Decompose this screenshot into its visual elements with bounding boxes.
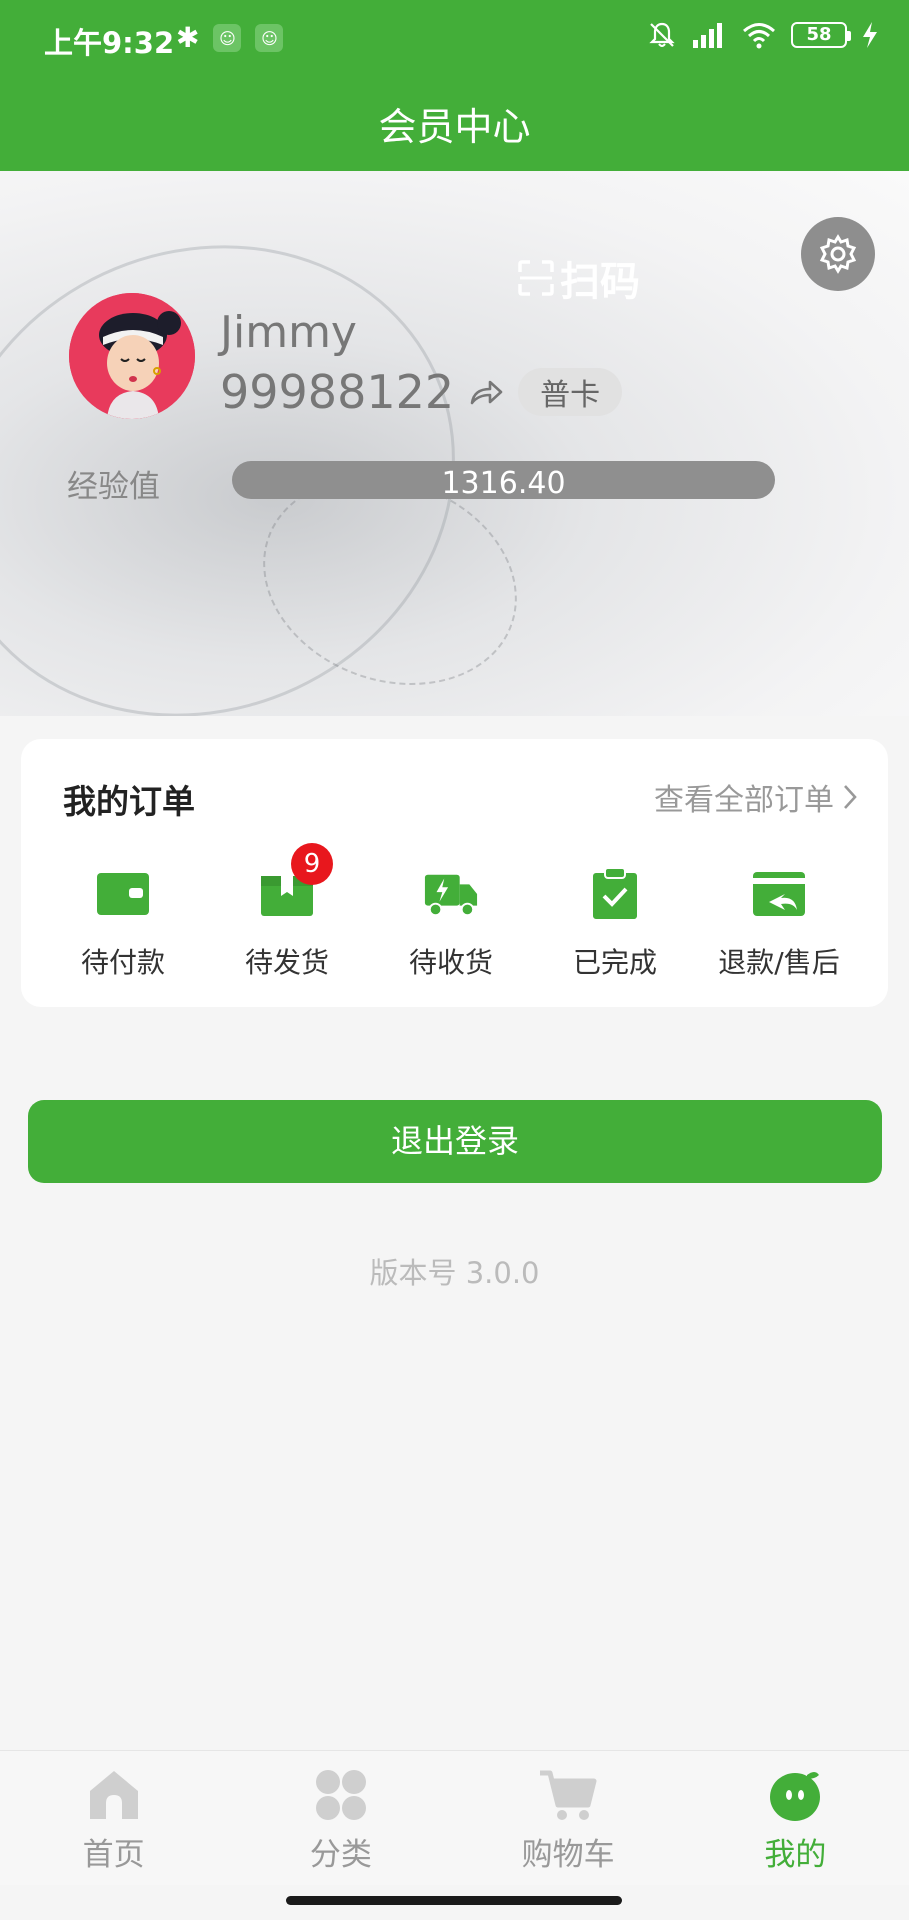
charging-icon (863, 22, 877, 48)
order-status-label: 已完成 (572, 946, 657, 979)
card-level-badge: 普卡 (518, 368, 623, 416)
order-count-badge: 9 (291, 843, 333, 885)
order-status-refund[interactable]: 退款/售后 (697, 869, 861, 981)
avatar-image (69, 293, 195, 419)
tab-cart[interactable]: 购物车 (455, 1751, 682, 1885)
my-orders-card: 我的订单 查看全部订单 待付款 9 待发货 待收货 已完成 退款/售后 (21, 739, 888, 1007)
mute-bell-icon (649, 22, 675, 47)
tab-label: 分类 (309, 1837, 372, 1873)
member-info: 99988122 普卡 (220, 365, 623, 419)
tab-label: 我的 (764, 1837, 827, 1873)
scan-button[interactable]: 扫码 (516, 249, 640, 307)
avatar[interactable] (69, 293, 195, 419)
order-status-label: 待付款 (80, 946, 165, 979)
home-icon (84, 1767, 144, 1823)
cart-icon (538, 1767, 598, 1823)
logout-button[interactable]: 退出登录 (28, 1100, 882, 1183)
delivery-truck-icon (423, 869, 479, 919)
share-icon[interactable] (468, 377, 504, 407)
signal-icon (693, 23, 722, 48)
scan-icon (518, 260, 554, 296)
status-right-icons: 58 (647, 20, 879, 50)
order-status-pending-payment[interactable]: 待付款 (41, 869, 205, 981)
exp-value: 1316.40 (441, 466, 566, 499)
notification-app-icon: ☺ (255, 24, 284, 52)
bottom-tab-bar: 首页 分类 购物车 我的 (0, 1750, 909, 1885)
tab-home[interactable]: 首页 (0, 1751, 227, 1885)
profile-banner: 扫码 Jimmy 99988122 普卡 经验值 1316.40 (0, 171, 909, 716)
order-status-list: 待付款 9 待发货 待收货 已完成 退款/售后 (21, 843, 888, 981)
tab-category[interactable]: 分类 (227, 1751, 454, 1885)
tab-label: 购物车 (521, 1837, 615, 1873)
page-title: 会员中心 (378, 105, 531, 149)
order-status-pending-shipment[interactable]: 9 待发货 (205, 843, 369, 981)
status-left-icons: ✱ ☺ ☺ (176, 20, 284, 56)
home-indicator[interactable] (286, 1896, 622, 1905)
order-status-completed[interactable]: 已完成 (533, 867, 697, 981)
tab-label: 首页 (82, 1837, 145, 1873)
wifi-icon (743, 23, 775, 49)
order-status-label: 退款/售后 (718, 946, 840, 979)
exp-progress-bar: 1316.40 (232, 461, 775, 499)
username: Jimmy (220, 307, 357, 358)
order-status-label: 待收货 (408, 946, 493, 979)
refund-icon (751, 869, 807, 919)
order-status-pending-receipt[interactable]: 待收货 (369, 869, 533, 981)
view-all-orders-link[interactable]: 查看全部订单 (654, 775, 858, 819)
member-number: 99988122 (220, 365, 455, 419)
order-status-label: 待发货 (244, 946, 329, 979)
bluetooth-icon: ✱ (176, 21, 200, 54)
settings-button[interactable] (801, 217, 875, 291)
clipboard-check-icon (587, 867, 643, 919)
profile-icon (765, 1767, 825, 1823)
version-text: 版本号 3.0.0 (369, 1256, 540, 1290)
tab-profile[interactable]: 我的 (682, 1751, 909, 1885)
battery-icon: 58 (791, 22, 851, 48)
orders-title: 我的订单 (63, 782, 195, 821)
top-bar: 上午9:32 ✱ ☺ ☺ 58 会员中心 (0, 0, 909, 171)
chevron-right-icon (844, 785, 857, 809)
scan-label: 扫码 (560, 259, 640, 305)
exp-label: 经验值 (67, 469, 160, 505)
category-icon (311, 1767, 371, 1823)
view-all-orders-label: 查看全部订单 (654, 783, 834, 818)
notification-app-icon: ☺ (213, 24, 242, 52)
wallet-icon (95, 869, 151, 919)
status-time: 上午9:32 (44, 26, 175, 60)
gear-icon (819, 234, 857, 274)
